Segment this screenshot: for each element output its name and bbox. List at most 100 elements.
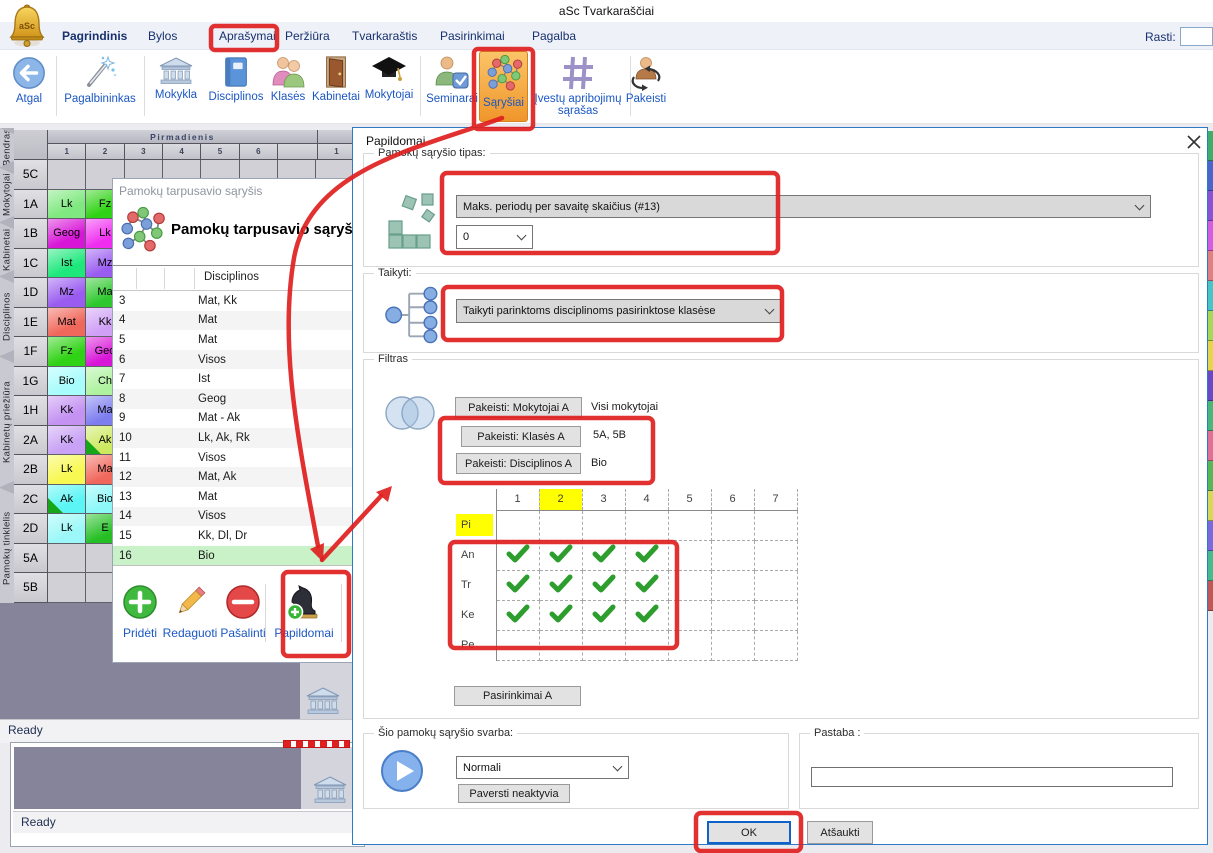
grid-cell[interactable] [496,570,539,600]
teachers-button[interactable]: Mokytojai [362,52,416,122]
relationship-row[interactable]: 15Kk, Dl, Dr [113,526,355,546]
remove-button[interactable]: Pašalinti [217,582,269,640]
grid-cell[interactable] [711,600,754,630]
replace-button[interactable]: Pakeisti [616,52,676,122]
grid-cell[interactable] [582,540,625,570]
grid-cell[interactable] [668,540,711,570]
grid-row-header[interactable]: Pi [456,510,496,540]
ok-button[interactable]: OK [707,821,791,844]
relationship-row[interactable]: 14Visos [113,507,355,527]
change-subjects-button[interactable]: Pakeisti: Disciplinos A [456,453,581,474]
grid-cell[interactable] [539,540,582,570]
grid-cell[interactable] [582,570,625,600]
side-tab-bendras[interactable]: Bendras [0,128,14,167]
back-button[interactable]: Atgal [6,52,52,122]
class-label[interactable]: 1D [14,278,48,308]
type-dropdown[interactable]: Maks. periodų per savaitę skaičius (#13) [456,195,1151,218]
seminars-button[interactable]: Seminarai [424,52,480,122]
classes-button[interactable]: Klasės [266,52,310,122]
timetable-cell[interactable]: Lk [48,190,86,220]
relationship-row[interactable]: 5Mat [113,330,355,350]
relationship-row[interactable]: 10Lk, Ak, Rk [113,428,355,448]
grid-cell[interactable] [625,630,668,660]
grid-cell[interactable] [625,570,668,600]
relationship-row[interactable]: 13Mat [113,487,355,507]
class-label[interactable]: 5A [14,544,48,574]
grid-cell[interactable] [582,600,625,630]
note-input[interactable] [811,767,1173,787]
menu-bylos[interactable]: Bylos [148,29,177,43]
grid-cell[interactable] [582,510,625,540]
grid-col-header[interactable]: 1 [496,489,539,510]
class-label[interactable]: 2C [14,485,48,515]
grid-col-header[interactable]: 5 [668,489,711,510]
timetable-cell[interactable]: Kk [48,426,86,456]
grid-cell[interactable] [625,510,668,540]
change-classes-button[interactable]: Pakeisti: Klasės A [461,426,581,447]
grid-cell[interactable] [668,630,711,660]
wizard-button[interactable]: Pagalbininkas [58,52,142,122]
grid-cell[interactable] [496,540,539,570]
advanced-button[interactable]: Papildomai [271,582,337,640]
grid-cell[interactable] [754,630,797,660]
grid-cell[interactable] [711,510,754,540]
grid-col-header[interactable]: 2 [539,489,582,510]
grid-cell[interactable] [625,540,668,570]
grid-cell[interactable] [754,510,797,540]
relationship-row[interactable]: 9Mat - Ak [113,409,355,429]
selections-button[interactable]: Pasirinkimai A [454,686,581,706]
relationship-row[interactable]: 3Mat, Kk [113,291,355,311]
relationship-row[interactable]: 16Bio [113,546,355,565]
side-tab-kabinetai[interactable]: Kabinetai [0,223,14,276]
relationships-button[interactable]: Sąryšiai [479,51,528,122]
add-button[interactable]: Pridėti [117,582,163,640]
importance-dropdown[interactable]: Normali [456,756,629,779]
relationship-row[interactable]: 6Visos [113,350,355,370]
find-input[interactable] [1180,27,1213,46]
relationship-row[interactable]: 8Geog [113,389,355,409]
grid-cell[interactable] [539,630,582,660]
side-tab-pamok-tinklelis[interactable]: Pamokų tinklelis [0,488,14,609]
grid-cell[interactable] [625,600,668,630]
menu-pagrindinis[interactable]: Pagrindinis [62,29,127,43]
menu-pagalba[interactable]: Pagalba [532,29,576,43]
grid-col-header[interactable]: 3 [582,489,625,510]
grid-col-header[interactable]: 7 [754,489,797,510]
apply-dropdown[interactable]: Taikyti parinktoms disciplinoms pasirink… [456,299,781,323]
timetable-cell[interactable]: Mz [48,278,86,308]
side-tab-mokytojai[interactable]: Mokytojai [0,168,14,222]
grid-cell[interactable] [754,540,797,570]
timetable-cell[interactable]: Geog [48,219,86,249]
edit-button[interactable]: Redaguoti [160,582,220,640]
grid-row-header[interactable]: Pe [456,630,496,660]
class-label[interactable]: 1G [14,367,48,397]
menu-tvarkarastis[interactable]: Tvarkaraštis [352,29,417,43]
grid-cell[interactable] [668,510,711,540]
grid-cell[interactable] [711,540,754,570]
class-label[interactable]: 1C [14,249,48,279]
timetable-cell[interactable]: Kk [48,396,86,426]
school-button[interactable]: Mokykla [147,52,205,122]
class-label[interactable]: 1A [14,190,48,220]
menu-pasirinkimai[interactable]: Pasirinkimai [440,29,505,43]
cancel-button[interactable]: Atšaukti [807,821,873,844]
timetable-cell[interactable]: Fz [48,337,86,367]
class-label[interactable]: 1H [14,396,48,426]
grid-cell[interactable] [754,570,797,600]
class-label[interactable]: 2D [14,514,48,544]
grid-cell[interactable] [711,630,754,660]
class-label[interactable]: 1E [14,308,48,338]
class-label[interactable]: 1F [14,337,48,367]
class-label[interactable]: 2B [14,455,48,485]
subjects-button[interactable]: Disciplinos [205,52,267,122]
relationship-row[interactable]: 7Ist [113,369,355,389]
deactivate-button[interactable]: Paversti neaktyvia [458,784,570,803]
grid-cell[interactable] [496,600,539,630]
classrooms-button[interactable]: Kabinetai [308,52,364,122]
class-label[interactable]: 1B [14,219,48,249]
grid-row-header[interactable]: Tr [456,570,496,600]
constraints-list-button[interactable]: Įvestų apribojimų sąrašas [530,52,626,122]
menu-aprasymai[interactable]: Aprašymai [219,29,276,43]
grid-cell[interactable] [754,600,797,630]
timetable-cell[interactable]: Ak [48,485,86,515]
